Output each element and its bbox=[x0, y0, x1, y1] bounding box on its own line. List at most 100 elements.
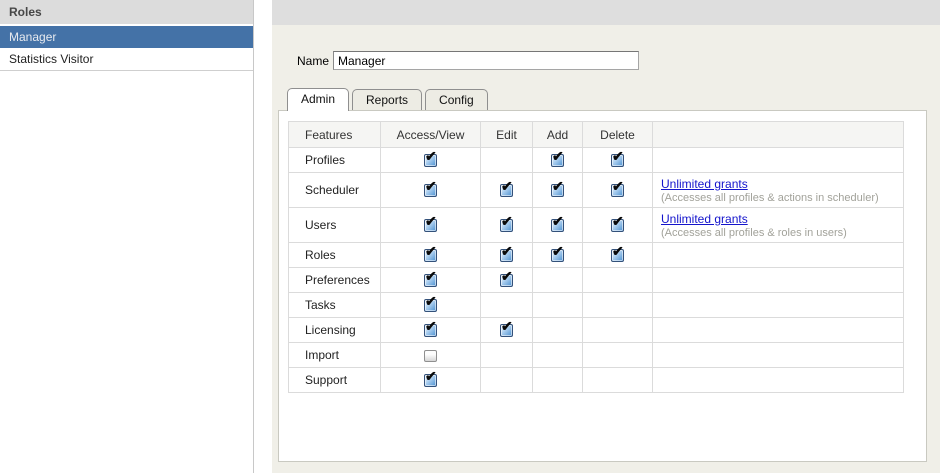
column-header-access-view: Access/View bbox=[381, 122, 481, 148]
name-label: Name bbox=[297, 54, 329, 68]
cell-support-extra bbox=[653, 368, 904, 393]
cell-preferences-edit bbox=[481, 268, 533, 293]
cell-roles-edit bbox=[481, 243, 533, 268]
cell-support-access-view bbox=[381, 368, 481, 393]
table-row-tasks: Tasks bbox=[289, 293, 904, 318]
tab-content-panel: FeaturesAccess/ViewEditAddDelete Profile… bbox=[278, 110, 927, 462]
table-row-users: UsersUnlimited grants(Accesses all profi… bbox=[289, 208, 904, 243]
table-row-preferences: Preferences bbox=[289, 268, 904, 293]
checkbox-checked-licensing-edit[interactable] bbox=[500, 324, 513, 337]
cell-users-delete bbox=[583, 208, 653, 243]
checkbox-checked-users-delete[interactable] bbox=[611, 219, 624, 232]
cell-users-access-view bbox=[381, 208, 481, 243]
grant-note: (Accesses all profiles & roles in users) bbox=[661, 227, 895, 239]
column-header-edit: Edit bbox=[481, 122, 533, 148]
cell-scheduler-edit bbox=[481, 173, 533, 208]
cell-support-delete bbox=[583, 368, 653, 393]
table-header-row: FeaturesAccess/ViewEditAddDelete bbox=[289, 122, 904, 148]
table-row-import: Import bbox=[289, 343, 904, 368]
cell-preferences-delete bbox=[583, 268, 653, 293]
checkbox-checked-licensing-access-view[interactable] bbox=[424, 324, 437, 337]
table-row-roles: Roles bbox=[289, 243, 904, 268]
tab-reports[interactable]: Reports bbox=[352, 89, 422, 110]
checkbox-checked-preferences-access-view[interactable] bbox=[424, 274, 437, 287]
cell-profiles-add bbox=[533, 148, 583, 173]
cell-support-add bbox=[533, 368, 583, 393]
cell-preferences-extra bbox=[653, 268, 904, 293]
roles-list: ManagerStatistics Visitor bbox=[0, 26, 253, 71]
cell-licensing-access-view bbox=[381, 318, 481, 343]
checkbox-checked-scheduler-edit[interactable] bbox=[500, 184, 513, 197]
checkbox-checked-roles-add[interactable] bbox=[551, 249, 564, 262]
checkbox-checked-scheduler-access-view[interactable] bbox=[424, 184, 437, 197]
checkbox-checked-users-edit[interactable] bbox=[500, 219, 513, 232]
unlimited-grants-link[interactable]: Unlimited grants bbox=[661, 212, 748, 226]
cell-tasks-edit bbox=[481, 293, 533, 318]
checkbox-checked-preferences-edit[interactable] bbox=[500, 274, 513, 287]
checkbox-checked-scheduler-delete[interactable] bbox=[611, 184, 624, 197]
cell-profiles-access-view bbox=[381, 148, 481, 173]
top-toolbar bbox=[272, 0, 940, 25]
feature-label: Scheduler bbox=[289, 173, 381, 208]
checkbox-checked-tasks-access-view[interactable] bbox=[424, 299, 437, 312]
cell-roles-extra bbox=[653, 243, 904, 268]
cell-licensing-extra bbox=[653, 318, 904, 343]
checkbox-checked-roles-edit[interactable] bbox=[500, 249, 513, 262]
cell-tasks-access-view bbox=[381, 293, 481, 318]
checkbox-checked-roles-delete[interactable] bbox=[611, 249, 624, 262]
checkbox-checked-roles-access-view[interactable] bbox=[424, 249, 437, 262]
cell-users-extra: Unlimited grants(Accesses all profiles &… bbox=[653, 208, 904, 243]
cell-import-add bbox=[533, 343, 583, 368]
tab-config[interactable]: Config bbox=[425, 89, 488, 110]
unlimited-grants-link[interactable]: Unlimited grants bbox=[661, 177, 748, 191]
feature-label: Roles bbox=[289, 243, 381, 268]
cell-import-extra bbox=[653, 343, 904, 368]
cell-scheduler-access-view bbox=[381, 173, 481, 208]
cell-tasks-add bbox=[533, 293, 583, 318]
checkbox-checked-profiles-delete[interactable] bbox=[611, 154, 624, 167]
tab-admin[interactable]: Admin bbox=[287, 88, 349, 111]
cell-profiles-delete bbox=[583, 148, 653, 173]
cell-preferences-access-view bbox=[381, 268, 481, 293]
checkbox-checked-scheduler-add[interactable] bbox=[551, 184, 564, 197]
column-header-add: Add bbox=[533, 122, 583, 148]
table-row-licensing: Licensing bbox=[289, 318, 904, 343]
cell-users-edit bbox=[481, 208, 533, 243]
cell-scheduler-add bbox=[533, 173, 583, 208]
cell-import-delete bbox=[583, 343, 653, 368]
checkbox-checked-profiles-access-view[interactable] bbox=[424, 154, 437, 167]
cell-roles-access-view bbox=[381, 243, 481, 268]
cell-licensing-delete bbox=[583, 318, 653, 343]
table-row-profiles: Profiles bbox=[289, 148, 904, 173]
cell-scheduler-delete bbox=[583, 173, 653, 208]
cell-tasks-delete bbox=[583, 293, 653, 318]
column-header-extra bbox=[653, 122, 904, 148]
permissions-table: FeaturesAccess/ViewEditAddDelete Profile… bbox=[288, 121, 904, 393]
main-panel: Name AdminReportsConfig FeaturesAccess/V… bbox=[272, 0, 940, 473]
app-window: Roles ManagerStatistics Visitor Name Adm… bbox=[0, 0, 940, 473]
cell-roles-add bbox=[533, 243, 583, 268]
feature-label: Profiles bbox=[289, 148, 381, 173]
cell-support-edit bbox=[481, 368, 533, 393]
cell-import-edit bbox=[481, 343, 533, 368]
cell-profiles-edit bbox=[481, 148, 533, 173]
tab-bar: AdminReportsConfig bbox=[287, 88, 491, 111]
column-header-delete: Delete bbox=[583, 122, 653, 148]
checkbox-unchecked-import-access-view[interactable] bbox=[424, 350, 437, 362]
checkbox-checked-users-access-view[interactable] bbox=[424, 219, 437, 232]
name-input[interactable] bbox=[333, 51, 639, 70]
feature-label: Preferences bbox=[289, 268, 381, 293]
checkbox-checked-profiles-add[interactable] bbox=[551, 154, 564, 167]
feature-label: Import bbox=[289, 343, 381, 368]
cell-roles-delete bbox=[583, 243, 653, 268]
feature-label: Licensing bbox=[289, 318, 381, 343]
role-item-manager[interactable]: Manager bbox=[0, 26, 253, 48]
table-body: ProfilesSchedulerUnlimited grants(Access… bbox=[289, 148, 904, 393]
checkbox-checked-users-add[interactable] bbox=[551, 219, 564, 232]
checkbox-checked-support-access-view[interactable] bbox=[424, 374, 437, 387]
table-row-support: Support bbox=[289, 368, 904, 393]
cell-preferences-add bbox=[533, 268, 583, 293]
sidebar-title: Roles bbox=[0, 0, 253, 24]
role-item-statistics-visitor[interactable]: Statistics Visitor bbox=[0, 48, 253, 71]
column-header-features: Features bbox=[289, 122, 381, 148]
